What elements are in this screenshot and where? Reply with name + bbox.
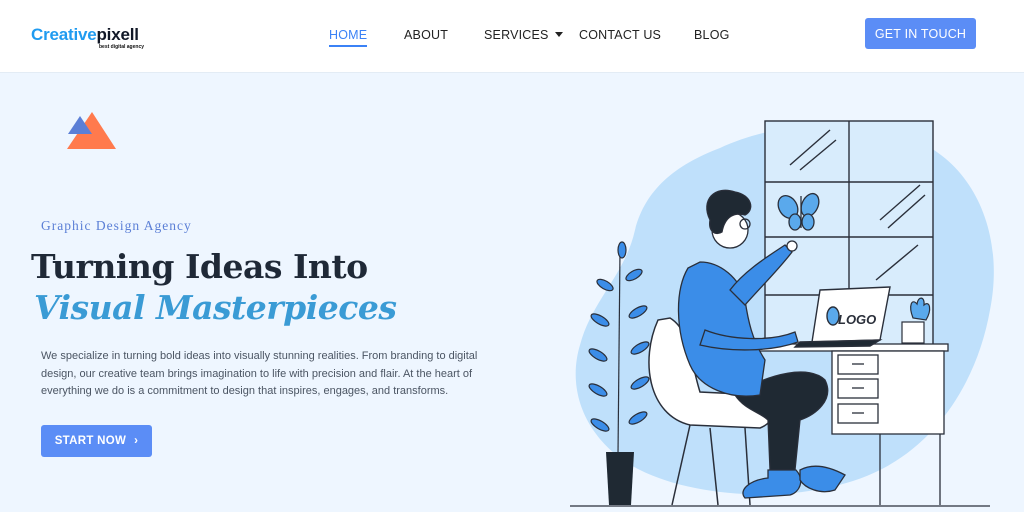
site-header: Creativepixell best digital agency HOME … bbox=[0, 0, 1024, 73]
start-now-button[interactable]: START NOW › bbox=[41, 425, 152, 457]
laptop-screen-logo: LOGO bbox=[838, 312, 876, 327]
nav-services[interactable]: SERVICES bbox=[484, 28, 563, 42]
brand-name: Creativepixell bbox=[31, 25, 139, 45]
brand-name-part1: Creative bbox=[31, 25, 97, 44]
start-now-label: START NOW bbox=[54, 435, 127, 447]
hero-title-line2: Visual Masterpieces bbox=[34, 288, 397, 327]
triangle-decoration-icon bbox=[67, 112, 116, 149]
nav-blog[interactable]: BLOG bbox=[694, 28, 730, 42]
brand-tagline: best digital agency bbox=[99, 44, 145, 50]
hero-description: We specialize in turning bold ideas into… bbox=[41, 350, 478, 397]
hero-title-line1: Turning Ideas Into bbox=[31, 247, 368, 286]
chevron-right-icon: › bbox=[134, 435, 139, 447]
nav-about[interactable]: ABOUT bbox=[404, 28, 448, 42]
hero-illustration: LOGO bbox=[570, 120, 994, 507]
brand-logo[interactable]: Creativepixell best digital agency bbox=[31, 25, 144, 50]
get-in-touch-button[interactable]: GET IN TOUCH bbox=[865, 18, 976, 49]
nav-contact[interactable]: CONTACT US bbox=[579, 28, 661, 42]
caret-down-icon bbox=[554, 32, 563, 37]
plant-pot bbox=[606, 452, 634, 505]
brand-name-part2: pixell bbox=[96, 25, 139, 44]
nav-services-label: SERVICES bbox=[484, 28, 549, 42]
nav-home[interactable]: HOME bbox=[329, 28, 368, 47]
hero-eyebrow: Graphic Design Agency bbox=[41, 218, 192, 233]
